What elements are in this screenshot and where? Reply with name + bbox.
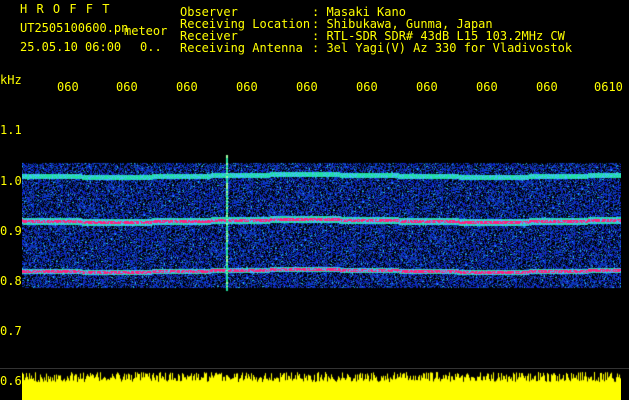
- x-tick: 060: [236, 80, 258, 94]
- x-tick: 060: [296, 80, 318, 94]
- y-tick: 0.9: [0, 224, 22, 238]
- y-tick: 0.6: [0, 374, 22, 388]
- info-value-antenna: : 3el Yagi(V) Az 330 for Vladivostok: [312, 41, 573, 55]
- info-label-antenna: Receiving Antenna: [180, 41, 303, 55]
- y-axis-unit: kHz: [0, 73, 22, 87]
- spectrogram-window: H R O F F T UT2505100600.pn meteor 25.05…: [0, 0, 629, 400]
- x-tick: 060: [476, 80, 498, 94]
- x-tick: 060: [116, 80, 138, 94]
- mode-label: meteor: [124, 24, 168, 38]
- y-tick: 1.1: [0, 123, 22, 137]
- signal-level-strip: [22, 368, 621, 400]
- extra-label: 0..: [140, 40, 162, 54]
- x-tick: 060: [57, 80, 79, 94]
- spectrogram-canvas: [22, 98, 621, 368]
- x-tick: 060: [536, 80, 558, 94]
- filename: UT2505100600.pn: [20, 21, 129, 35]
- x-tick: 060: [416, 80, 438, 94]
- strip-divider: [0, 368, 629, 369]
- y-tick: 0.8: [0, 274, 22, 288]
- y-tick: 0.7: [0, 324, 22, 338]
- x-tick: 0610: [594, 80, 623, 94]
- x-tick: 060: [176, 80, 198, 94]
- app-title: H R O F F T: [20, 2, 111, 16]
- datetime: 25.05.10 06:00: [20, 40, 122, 54]
- y-tick: 1.0: [0, 174, 22, 188]
- x-tick: 060: [356, 80, 378, 94]
